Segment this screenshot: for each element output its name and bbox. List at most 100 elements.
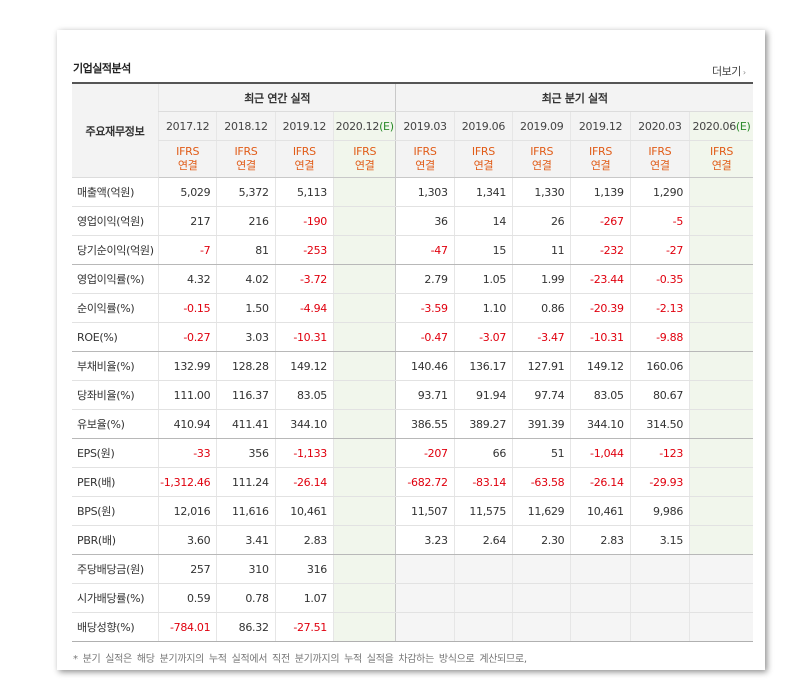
- annual-period-header: 2018.12: [216, 111, 276, 141]
- basis-bottom: 연결: [354, 159, 375, 172]
- annual-value-cell: 4.02: [216, 264, 276, 294]
- quarter-value-cell: 3.23: [395, 525, 455, 555]
- annual-value-cell: 1.07: [274, 583, 334, 613]
- row-label: 부채비율(%): [72, 351, 159, 381]
- annual-value-cell: [332, 177, 396, 207]
- table-row: 주당배당금(원) 257 310 316: [72, 554, 753, 584]
- row-label: 배당성향(%): [72, 612, 159, 642]
- estimate-mark: (E): [735, 119, 751, 133]
- period-label: 2019.12: [578, 119, 623, 133]
- basis-header: IFRS 연결: [512, 140, 571, 178]
- basis-bottom: 연결: [531, 159, 552, 172]
- basis-header: IFRS 연결: [395, 140, 455, 178]
- quarter-value-cell: 51: [512, 438, 571, 468]
- annual-value-cell: 11,616: [216, 496, 276, 526]
- annual-period-header: 2019.12: [274, 111, 334, 141]
- quarter-value-cell: [512, 583, 571, 613]
- period-label: 2018.12: [224, 119, 268, 133]
- row-label: EPS(원): [72, 438, 159, 468]
- quarter-value-cell: [689, 583, 753, 613]
- quarter-group-header: 최근 분기 실적: [395, 82, 753, 112]
- annual-value-cell: [332, 554, 396, 584]
- basis-bottom: 연결: [415, 159, 435, 172]
- basis-bottom: 연결: [177, 159, 198, 172]
- quarter-value-cell: -47: [395, 235, 455, 265]
- quarter-value-cell: [689, 467, 753, 497]
- annual-value-cell: 410.94: [157, 409, 217, 439]
- annual-value-cell: 0.59: [157, 583, 217, 613]
- annual-value-cell: 257: [157, 554, 217, 584]
- quarter-value-cell: 389.27: [453, 409, 513, 439]
- annual-value-cell: [332, 380, 396, 410]
- annual-value-cell: -1,133: [274, 438, 334, 468]
- basis-top: IFRS: [471, 145, 495, 158]
- basis-top: IFRS: [292, 145, 316, 158]
- quarter-value-cell: 1,303: [395, 177, 455, 207]
- quarter-value-cell: [453, 583, 513, 613]
- quarter-value-cell: -63.58: [512, 467, 571, 497]
- quarter-value-cell: [689, 409, 753, 439]
- table-row: EPS(원) -33 356 -1,133 -207 66 51 -1,044 -123: [72, 438, 753, 468]
- quarter-value-cell: -3.47: [512, 322, 571, 352]
- header-row-basis: IFRS 연결 IFRS 연결 IFRS 연결 IFRS 연결 IFRS 연결 IFRS 연결 IFRS…: [72, 140, 753, 178]
- header-row-periods: 2017.12 2018.12 2019.12 2020.12(E) 2019.03 20…: [72, 111, 753, 141]
- annual-value-cell: 10,461: [274, 496, 334, 526]
- annual-value-cell: -253: [274, 235, 334, 265]
- annual-value-cell: 4.32: [157, 264, 217, 294]
- annual-value-cell: -33: [157, 438, 217, 468]
- annual-value-cell: 12,016: [157, 496, 217, 526]
- basis-bottom: 연결: [236, 159, 256, 172]
- quarter-value-cell: 2.83: [570, 525, 631, 555]
- row-label-header: 주요재무정보: [72, 82, 159, 178]
- more-link[interactable]: 더보기 ›: [712, 63, 746, 79]
- period-label: 2019.06: [461, 119, 506, 133]
- period-label: 2017.12: [165, 119, 210, 133]
- annual-value-cell: [332, 467, 396, 497]
- table-row: 당기순이익(억원) -7 81 -253 -47 15 11 -232 -27: [72, 235, 753, 265]
- quarter-period-header: 2019.06: [453, 111, 513, 141]
- quarter-value-cell: 11,575: [453, 496, 513, 526]
- table-row: 부채비율(%) 132.99 128.28 149.12 140.46 136.17 127…: [72, 351, 753, 381]
- quarter-value-cell: 314.50: [629, 409, 690, 439]
- annual-value-cell: -3.72: [274, 264, 334, 294]
- quarter-period-header: 2019.09: [512, 111, 571, 141]
- quarter-value-cell: [689, 380, 753, 410]
- quarter-value-cell: 1.10: [453, 293, 513, 323]
- quarter-value-cell: 136.17: [453, 351, 513, 381]
- quarter-value-cell: 160.06: [629, 351, 690, 381]
- annual-value-cell: 86.32: [216, 612, 276, 642]
- quarter-value-cell: 2.64: [453, 525, 513, 555]
- annual-value-cell: 116.37: [216, 380, 276, 410]
- quarter-value-cell: [689, 322, 753, 352]
- quarter-value-cell: 127.91: [512, 351, 571, 381]
- annual-value-cell: -1,312.46: [157, 467, 217, 497]
- annual-value-cell: [332, 206, 396, 236]
- annual-value-cell: 310: [216, 554, 276, 584]
- row-label: 순이익률(%): [72, 293, 159, 323]
- annual-period-header: 2020.12(E): [332, 111, 396, 141]
- annual-value-cell: [332, 322, 396, 352]
- quarter-value-cell: [689, 235, 753, 265]
- quarter-value-cell: 386.55: [395, 409, 455, 439]
- quarter-value-cell: 93.71: [395, 380, 455, 410]
- quarter-value-cell: 83.05: [570, 380, 631, 410]
- basis-top: IFRS: [648, 145, 672, 158]
- quarter-value-cell: 66: [453, 438, 513, 468]
- row-label: PER(배): [72, 467, 159, 497]
- quarter-value-cell: 391.39: [512, 409, 571, 439]
- quarter-value-cell: -2.13: [629, 293, 690, 323]
- row-label: 당기순이익(억원): [72, 235, 159, 265]
- period-label: 2020.06: [692, 119, 737, 133]
- table-row: 배당성향(%) -784.01 86.32 -27.51: [72, 612, 753, 642]
- quarter-value-cell: -20.39: [570, 293, 631, 323]
- annual-value-cell: -190: [274, 206, 334, 236]
- annual-value-cell: 111.00: [157, 380, 217, 410]
- annual-value-cell: 411.41: [216, 409, 276, 439]
- quarter-period-header: 2020.03: [629, 111, 690, 141]
- quarter-value-cell: [629, 583, 690, 613]
- annual-value-cell: 3.41: [216, 525, 276, 555]
- annual-value-cell: 3.03: [216, 322, 276, 352]
- annual-value-cell: 0.78: [216, 583, 276, 613]
- quarter-value-cell: 80.67: [629, 380, 690, 410]
- basis-top: IFRS: [530, 145, 554, 158]
